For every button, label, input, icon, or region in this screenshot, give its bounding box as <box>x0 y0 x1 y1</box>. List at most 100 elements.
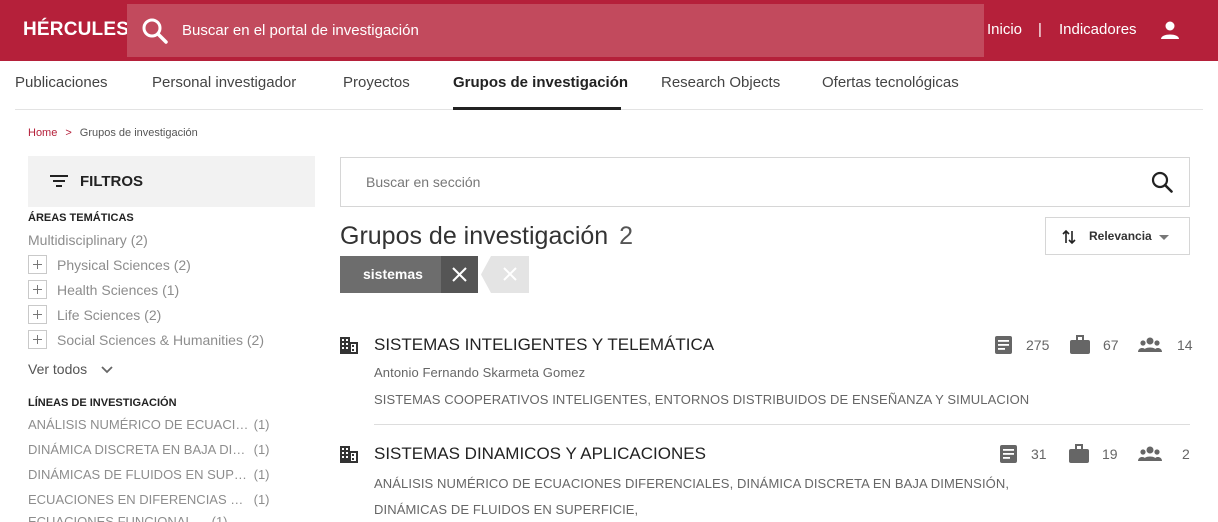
members-count: 14 <box>1177 337 1193 353</box>
nav-separator: | <box>1038 21 1042 38</box>
results-divider <box>374 424 1190 425</box>
global-search-placeholder[interactable]: Buscar en el portal de investigación <box>182 22 419 39</box>
building-icon <box>340 446 358 463</box>
linea-count: (1) <box>253 417 270 432</box>
caret-down-icon[interactable] <box>1159 235 1169 240</box>
result-stats: 31 19 2 <box>1000 444 1190 466</box>
expand-plus-icon[interactable] <box>28 330 47 349</box>
filters-title: FILTROS <box>80 173 144 190</box>
remove-filter-button[interactable] <box>441 256 478 293</box>
linea-filter-item[interactable]: ECUACIONES EN DIFERENCIAS NO LINEALES (1… <box>28 492 270 507</box>
area-filter-item[interactable]: Life Sciences (2) <box>57 307 161 323</box>
area-label[interactable]: Social Sciences & Humanities <box>57 332 243 348</box>
top-bar: HÉRCULES Buscar en el portal de investig… <box>0 0 1218 61</box>
results-count: 2 <box>619 222 634 250</box>
sort-icon <box>1062 229 1076 245</box>
breadcrumb-current: Grupos de investigación <box>79 127 198 139</box>
result-research-lines[interactable]: SISTEMAS COOPERATIVOS INTELIGENTES, ENTO… <box>374 392 1029 407</box>
tab-publicaciones[interactable]: Publicaciones <box>15 74 108 91</box>
area-filter-item[interactable]: Social Sciences & Humanities (2) <box>57 332 264 348</box>
document-icon <box>995 336 1012 354</box>
projects-count: 19 <box>1102 446 1118 462</box>
area-label[interactable]: Multidisciplinary <box>28 232 127 248</box>
active-tab-indicator <box>453 107 621 110</box>
sort-dropdown[interactable]: Relevancia <box>1045 217 1190 255</box>
area-count: (1) <box>162 282 180 298</box>
tab-proyectos[interactable]: Proyectos <box>343 74 410 91</box>
area-filter-item[interactable]: Physical Sciences (2) <box>57 257 191 273</box>
building-icon <box>340 337 358 354</box>
linea-label[interactable]: DINÁMICA DISCRETA EN BAJA DIMENSIÓN <box>28 442 250 457</box>
tab-research-objects[interactable]: Research Objects <box>661 74 780 91</box>
breadcrumb-home[interactable]: Home <box>28 127 57 139</box>
area-label[interactable]: Health Sciences <box>57 282 158 298</box>
lineas-investigacion-heading: LÍNEAS DE INVESTIGACIÓN <box>28 397 177 409</box>
linea-count: (1) <box>253 492 270 507</box>
tab-grupos-de-investigacion[interactable]: Grupos de investigación <box>453 74 628 91</box>
area-count: (2) <box>246 332 264 348</box>
briefcase-icon <box>1070 335 1090 354</box>
linea-filter-item[interactable]: DINÁMICA DISCRETA EN BAJA DIMENSIÓN (1) <box>28 442 270 457</box>
active-filter-label: sistemas <box>340 256 441 293</box>
top-nav: Inicio | Indicadores <box>978 0 1218 61</box>
nav-inicio-link[interactable]: Inicio <box>987 21 1022 38</box>
briefcase-icon <box>1069 444 1089 463</box>
search-icon[interactable] <box>1151 171 1173 193</box>
close-icon[interactable] <box>441 256 478 293</box>
breadcrumb-separator: > <box>65 127 72 139</box>
result-title-link[interactable]: SISTEMAS DINAMICOS Y APLICACIONES <box>374 444 706 464</box>
ver-todos-button[interactable]: Ver todos <box>28 361 113 377</box>
global-search[interactable]: Buscar en el portal de investigación <box>127 4 984 57</box>
result-title-link[interactable]: SISTEMAS INTELIGENTES Y TELEMÁTICA <box>374 335 714 355</box>
group-icon <box>1138 337 1162 352</box>
publications-count: 31 <box>1031 446 1047 462</box>
section-search[interactable]: Buscar en sección <box>340 157 1190 207</box>
brand-logo[interactable]: HÉRCULES <box>23 19 129 41</box>
filters-header[interactable]: FILTROS <box>28 156 315 207</box>
result-research-lines[interactable]: DINÁMICAS DE FLUIDOS EN SUPERFICIE, <box>374 502 638 517</box>
nav-indicadores-link[interactable]: Indicadores <box>1059 21 1137 38</box>
result-research-lines[interactable]: ANÁLISIS NUMÉRICO DE ECUACIONES DIFERENC… <box>374 476 1009 491</box>
area-label[interactable]: Physical Sciences <box>57 257 170 273</box>
linea-label[interactable]: ANÁLISIS NUMÉRICO DE ECUACIONES DIFERENC… <box>28 417 250 432</box>
tab-personal-investigador[interactable]: Personal investigador <box>152 74 296 91</box>
result-person-link[interactable]: Antonio Fernando Skarmeta Gomez <box>374 365 585 380</box>
linea-filter-item[interactable]: ECUACIONES FUNCIONALES (1) <box>28 514 228 522</box>
publications-count: 275 <box>1026 337 1050 353</box>
search-icon[interactable] <box>141 17 169 45</box>
page-title: Grupos de investigación 2 <box>340 222 633 251</box>
area-count: (2) <box>144 307 162 323</box>
section-search-input[interactable]: Buscar en sección <box>366 174 480 190</box>
result-stats: 275 67 14 <box>995 335 1193 357</box>
members-count: 2 <box>1182 446 1190 462</box>
linea-filter-item[interactable]: ANÁLISIS NUMÉRICO DE ECUACIONES DIFERENC… <box>28 417 270 432</box>
linea-count: (1) <box>253 442 270 457</box>
area-filter-item[interactable]: Multidisciplinary (2) <box>28 232 148 248</box>
expand-plus-icon[interactable] <box>28 280 47 299</box>
expand-plus-icon[interactable] <box>28 305 47 324</box>
area-count: (2) <box>173 257 191 273</box>
linea-filter-item[interactable]: DINÁMICAS DE FLUIDOS EN SUPERFICIE (1) <box>28 467 270 482</box>
area-label[interactable]: Life Sciences <box>57 307 140 323</box>
expand-plus-icon[interactable] <box>28 255 47 274</box>
area-filter-item[interactable]: Health Sciences (1) <box>57 282 179 298</box>
projects-count: 67 <box>1103 337 1119 353</box>
section-tabs: Publicaciones Personal investigador Proy… <box>15 61 1203 110</box>
clear-all-filters-button[interactable] <box>481 256 529 293</box>
page-title-text: Grupos de investigación <box>340 222 609 250</box>
linea-label[interactable]: ECUACIONES EN DIFERENCIAS NO LINEALES <box>28 492 250 507</box>
areas-tematicas-heading: ÁREAS TEMÁTICAS <box>28 212 134 224</box>
area-count: (2) <box>130 232 148 248</box>
chevron-down-icon[interactable] <box>101 366 113 374</box>
group-icon <box>1138 446 1162 461</box>
linea-count: (1) <box>253 467 270 482</box>
document-icon <box>1000 445 1017 463</box>
filter-icon <box>50 175 68 187</box>
user-icon[interactable] <box>1158 18 1182 42</box>
breadcrumb: Home > Grupos de investigación <box>28 127 198 139</box>
linea-label[interactable]: ECUACIONES FUNCIONALES <box>28 514 208 522</box>
ver-todos-label[interactable]: Ver todos <box>28 361 87 377</box>
sort-label[interactable]: Relevancia <box>1089 229 1152 243</box>
linea-label[interactable]: DINÁMICAS DE FLUIDOS EN SUPERFICIE <box>28 467 250 482</box>
tab-ofertas-tecnologicas[interactable]: Ofertas tecnológicas <box>822 74 959 91</box>
